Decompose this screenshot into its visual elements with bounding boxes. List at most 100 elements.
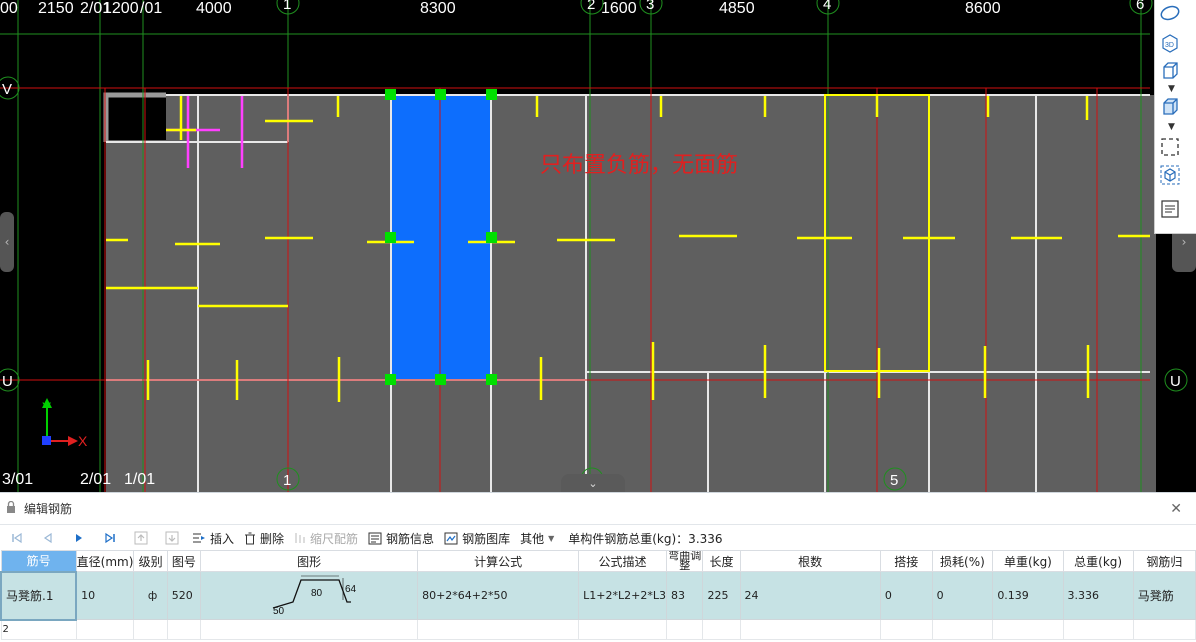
box-fill-view-icon[interactable] xyxy=(1159,96,1189,120)
selected-slab[interactable] xyxy=(391,95,491,380)
window-select-icon[interactable] xyxy=(1159,136,1189,160)
next-record-icon[interactable] xyxy=(68,528,90,548)
panel-title-bar: 编辑钢筋 ✕ xyxy=(0,493,1196,525)
svg-text:U: U xyxy=(2,373,13,390)
grade-cell[interactable]: ф xyxy=(133,571,168,620)
svg-text:8600: 8600 xyxy=(965,0,1001,17)
3d-view-icon[interactable]: 3D xyxy=(1159,32,1189,56)
insert-button[interactable]: 插入 xyxy=(192,530,234,547)
info-list-icon xyxy=(368,532,382,545)
column-header[interactable]: 长度 xyxy=(702,550,741,572)
svg-text:1600: 1600 xyxy=(601,0,637,17)
bend-adjust-cell[interactable]: 83 xyxy=(665,571,704,620)
column-header[interactable]: 公式描述 xyxy=(578,550,667,572)
empty-cell[interactable] xyxy=(931,619,994,640)
length-cell[interactable]: 225 xyxy=(702,571,741,620)
cad-viewport[interactable]: 00 2150 2/01 1200 /01 4000 8300 1600 485… xyxy=(0,0,1196,492)
drawing-canvas[interactable]: 00 2150 2/01 1200 /01 4000 8300 1600 485… xyxy=(0,0,1196,492)
svg-text:00: 00 xyxy=(0,0,18,17)
chevron-down-icon: ▼ xyxy=(548,533,555,543)
rebar-info-button[interactable]: 钢筋信息 xyxy=(368,530,434,547)
svg-text:1/01: 1/01 xyxy=(124,471,155,488)
column-header[interactable]: 计算公式 xyxy=(417,550,580,572)
properties-list-icon[interactable] xyxy=(1159,198,1189,222)
svg-text:5: 5 xyxy=(890,472,898,489)
column-header[interactable]: 图形 xyxy=(200,550,419,572)
empty-cell[interactable] xyxy=(166,619,202,640)
empty-cell[interactable] xyxy=(1132,619,1196,640)
empty-cell[interactable] xyxy=(133,619,168,640)
column-header[interactable]: 图号 xyxy=(166,550,202,572)
chevron-down-icon[interactable]: ▼ xyxy=(1168,122,1175,132)
empty-cell[interactable] xyxy=(992,619,1064,640)
svg-text:1200: 1200 xyxy=(103,0,139,17)
close-icon[interactable]: ✕ xyxy=(1170,501,1182,517)
empty-cell[interactable] xyxy=(75,619,135,640)
library-icon xyxy=(444,532,458,545)
svg-text:4: 4 xyxy=(823,0,831,13)
insert-icon xyxy=(192,532,206,544)
left-collapse-tab[interactable]: ‹ xyxy=(0,212,14,272)
column-header[interactable]: 弯曲调整 xyxy=(665,550,704,572)
total-weight-readout: 单构件钢筋总重(kg)：3.336 xyxy=(568,531,723,546)
box-view-icon[interactable] xyxy=(1159,60,1189,84)
rebar-name-cell[interactable]: 马凳筋.1 xyxy=(0,570,78,621)
formula-cell[interactable]: 80+2*64+2*50 xyxy=(417,571,580,620)
svg-text:V: V xyxy=(2,81,12,98)
svg-text:6: 6 xyxy=(1136,0,1144,13)
svg-text:3/01: 3/01 xyxy=(2,471,33,488)
row-index-cell[interactable]: 2 xyxy=(0,619,77,640)
cube-select-icon[interactable] xyxy=(1159,164,1189,188)
table-row[interactable]: 2 xyxy=(0,619,1196,640)
empty-cell[interactable] xyxy=(879,619,933,640)
top-axis-bubbles: 1 2 3 4 6 xyxy=(276,0,1153,15)
empty-cell[interactable] xyxy=(702,619,741,640)
empty-cell[interactable] xyxy=(739,619,881,640)
shape-no-cell[interactable]: 520 xyxy=(166,571,202,620)
category-cell[interactable]: 马凳筋 xyxy=(1132,571,1196,620)
bottom-collapse-tab[interactable]: ⌄ xyxy=(561,474,625,492)
table-row[interactable]: 马凳筋.1 10 ф 520 80 64 50 80+2*64+2*50 L1+… xyxy=(0,570,1196,621)
last-record-icon[interactable] xyxy=(99,528,121,548)
diameter-cell[interactable]: 10 xyxy=(75,571,135,620)
delete-button[interactable]: 删除 xyxy=(244,530,284,547)
loss-cell[interactable]: 0 xyxy=(931,571,994,620)
empty-cell[interactable] xyxy=(665,619,704,640)
empty-cell[interactable] xyxy=(1062,619,1134,640)
svg-text:2: 2 xyxy=(587,0,595,13)
lap-cell[interactable]: 0 xyxy=(879,571,933,620)
empty-cell[interactable] xyxy=(417,619,580,640)
previous-record-icon[interactable] xyxy=(37,528,59,548)
ellipse-view-icon[interactable] xyxy=(1159,4,1189,28)
column-header[interactable]: 单重(kg) xyxy=(992,550,1064,572)
rebar-library-button[interactable]: 钢筋图库 xyxy=(444,530,510,547)
column-header[interactable]: 总重(kg) xyxy=(1062,550,1134,572)
column-header[interactable]: 筋号 xyxy=(0,550,77,572)
scale-rebar-button[interactable]: 缩尺配筋 xyxy=(294,530,358,547)
lock-icon[interactable] xyxy=(6,499,16,518)
table-header: 筋号 直径(mm) 级别 图号 图形 计算公式 公式描述 弯曲调整 长度 根数 … xyxy=(0,550,1196,572)
shape-cell[interactable]: 80 64 50 xyxy=(200,571,419,620)
column-header[interactable]: 搭接 xyxy=(879,550,933,572)
view-toolbar: 3D ▼ ▼ xyxy=(1154,0,1196,234)
empty-cell[interactable] xyxy=(578,619,667,640)
slab-void xyxy=(106,95,166,140)
column-header[interactable]: 级别 xyxy=(133,550,168,572)
column-header[interactable]: 损耗(%) xyxy=(931,550,994,572)
column-header[interactable]: 直径(mm) xyxy=(75,550,135,572)
svg-text:3D: 3D xyxy=(1165,42,1174,49)
total-weight-cell[interactable]: 3.336 xyxy=(1062,571,1134,620)
chevron-down-icon[interactable]: ▼ xyxy=(1168,84,1175,94)
empty-cell[interactable] xyxy=(200,619,419,640)
svg-text:1: 1 xyxy=(283,0,291,13)
column-header[interactable]: 钢筋归 xyxy=(1132,550,1196,572)
formula-desc-cell[interactable]: L1+2*L2+2*L3 xyxy=(578,571,667,620)
first-record-icon[interactable] xyxy=(6,528,28,548)
count-cell[interactable]: 24 xyxy=(739,571,881,620)
column-header[interactable]: 根数 xyxy=(739,550,881,572)
svg-text:U: U xyxy=(1170,373,1181,390)
other-menu-button[interactable]: 其他 ▼ xyxy=(520,530,554,547)
unit-weight-cell[interactable]: 0.139 xyxy=(992,571,1064,620)
move-down-icon[interactable] xyxy=(161,528,183,548)
move-up-icon[interactable] xyxy=(130,528,152,548)
